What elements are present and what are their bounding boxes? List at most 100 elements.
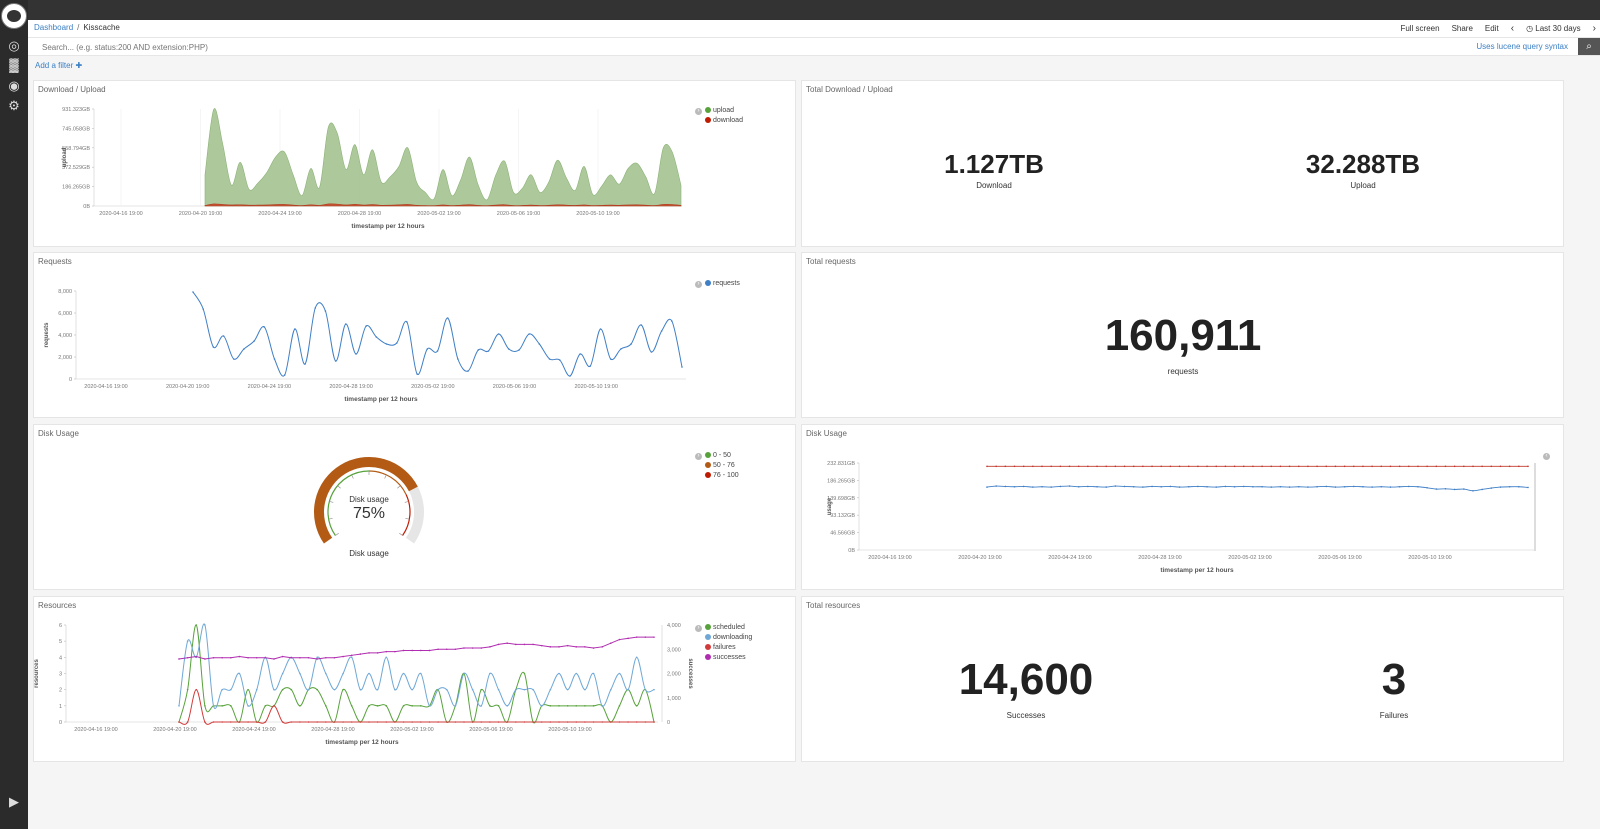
point-failures — [394, 721, 396, 723]
point-max — [1279, 465, 1282, 468]
x-tick-label: 2020-04-28 19:00 — [329, 384, 372, 390]
y2-tick-label: 0 — [667, 720, 670, 726]
time-back-icon[interactable]: ‹ — [1511, 23, 1514, 34]
kibana-logo-icon[interactable] — [1, 3, 27, 29]
point-failures — [325, 721, 327, 723]
visualize-icon[interactable]: ▓ — [6, 57, 22, 73]
breadcrumb-dashboard-link[interactable]: Dashboard — [34, 23, 73, 32]
point-max — [1105, 465, 1108, 468]
legend-item-50-76[interactable]: 50 - 76 — [705, 461, 739, 471]
legend-toggle-icon[interactable]: › — [695, 625, 702, 632]
point-scheduled — [264, 705, 267, 707]
point-failures — [497, 721, 500, 723]
point-max — [1444, 465, 1447, 468]
full-screen-button[interactable]: Full screen — [1400, 24, 1439, 33]
search-input[interactable] — [40, 38, 1544, 56]
point-scheduled — [635, 705, 638, 707]
point-max — [1087, 465, 1089, 468]
point-successes — [333, 656, 336, 659]
lucene-syntax-link[interactable]: Uses lucene query syntax — [1476, 42, 1568, 51]
legend: upload download — [705, 106, 743, 126]
point-successes — [186, 656, 189, 659]
point-max — [1490, 465, 1493, 468]
point-successes — [480, 647, 483, 649]
point-scheduled — [584, 705, 586, 707]
point-successes — [618, 638, 621, 641]
legend-item-scheduled[interactable]: scheduled — [705, 623, 752, 633]
point-successes — [178, 658, 180, 660]
settings-gear-icon[interactable]: ⚙ — [6, 98, 22, 114]
point-max — [1050, 465, 1052, 468]
legend-item-76-100[interactable]: 76 - 100 — [705, 471, 739, 481]
point-requests — [294, 328, 296, 330]
legend-item-download[interactable]: download — [705, 116, 743, 126]
point-failures — [281, 721, 284, 723]
point-requests — [192, 291, 194, 293]
panel-title: Total Download / Upload — [806, 85, 893, 94]
point-usage — [1490, 487, 1493, 489]
successes-total-label: Successes — [1006, 711, 1046, 720]
point-max — [1325, 465, 1328, 468]
point-failures — [506, 721, 508, 723]
point-usage — [1472, 489, 1474, 492]
top-nav-menu: Full screen Share Edit ‹ ◷ Last 30 days … — [1400, 23, 1596, 34]
point-downloading — [350, 656, 353, 659]
point-max — [1371, 465, 1373, 468]
discover-icon[interactable]: ◎ — [6, 38, 22, 54]
point-failures — [264, 721, 267, 723]
legend-toggle-icon[interactable]: › — [695, 453, 702, 460]
point-downloading — [376, 688, 379, 691]
search-button[interactable]: ⌕ — [1578, 38, 1600, 55]
y-tick-label: 0B — [83, 204, 90, 210]
legend-item-requests[interactable]: requests — [705, 279, 740, 289]
point-downloading — [359, 688, 362, 691]
edit-button[interactable]: Edit — [1485, 24, 1499, 33]
point-usage — [1050, 486, 1052, 488]
point-downloading — [653, 688, 655, 691]
add-filter-button[interactable]: Add a filter ✚ — [35, 61, 82, 70]
legend-item-failures[interactable]: failures — [705, 643, 752, 653]
point-requests — [355, 353, 357, 355]
legend-toggle-icon[interactable]: › — [695, 281, 702, 288]
legend-item-upload[interactable]: upload — [705, 106, 743, 116]
x-axis-title: timestamp per 12 hours — [325, 739, 399, 746]
point-downloading — [342, 672, 344, 675]
dashboard-header: Dashboard / Kisscache Full screen Share Ed… — [28, 20, 1600, 37]
point-successes — [255, 656, 258, 659]
point-failures — [204, 721, 206, 723]
time-picker-button[interactable]: ◷ Last 30 days — [1526, 24, 1581, 33]
panel-title: Disk Usage — [38, 429, 79, 438]
point-successes — [558, 646, 560, 648]
point-successes — [394, 650, 396, 653]
point-downloading — [230, 688, 232, 691]
requests-chart: 8,000 6,000 4,000 2,000 0 2020-04-16 19:00 202… — [44, 289, 686, 403]
point-scheduled — [325, 705, 327, 707]
point-usage — [1178, 486, 1181, 488]
dashboard-icon[interactable]: ◉ — [6, 78, 22, 94]
point-failures — [316, 721, 318, 723]
y-tick-label: 745.058GB — [62, 126, 90, 132]
legend-item-downloading[interactable]: downloading — [705, 633, 752, 643]
legend-item-0-50[interactable]: 0 - 50 — [705, 451, 739, 461]
point-max — [1261, 465, 1263, 468]
point-failures — [255, 721, 258, 723]
point-failures — [221, 721, 223, 723]
point-downloading — [394, 688, 396, 691]
point-successes — [368, 652, 370, 654]
point-scheduled — [316, 688, 318, 691]
point-usage — [1123, 485, 1126, 488]
legend-toggle-icon[interactable]: ‹ — [1543, 453, 1550, 460]
collapse-sidebar-icon[interactable]: ▶ — [6, 794, 22, 810]
point-failures — [627, 721, 629, 723]
point-requests — [273, 358, 276, 360]
point-successes — [247, 656, 249, 659]
legend-item-successes[interactable]: successes — [705, 653, 752, 663]
x-tick-label: 2020-05-10 19:00 — [1408, 555, 1451, 561]
point-scheduled — [549, 705, 552, 707]
legend-toggle-icon[interactable]: › — [695, 108, 702, 115]
point-max — [1508, 465, 1511, 468]
time-forward-icon[interactable]: › — [1593, 23, 1596, 34]
share-button[interactable]: Share — [1452, 24, 1473, 33]
point-usage — [1325, 485, 1328, 488]
y-tick-label: 5 — [59, 639, 62, 645]
